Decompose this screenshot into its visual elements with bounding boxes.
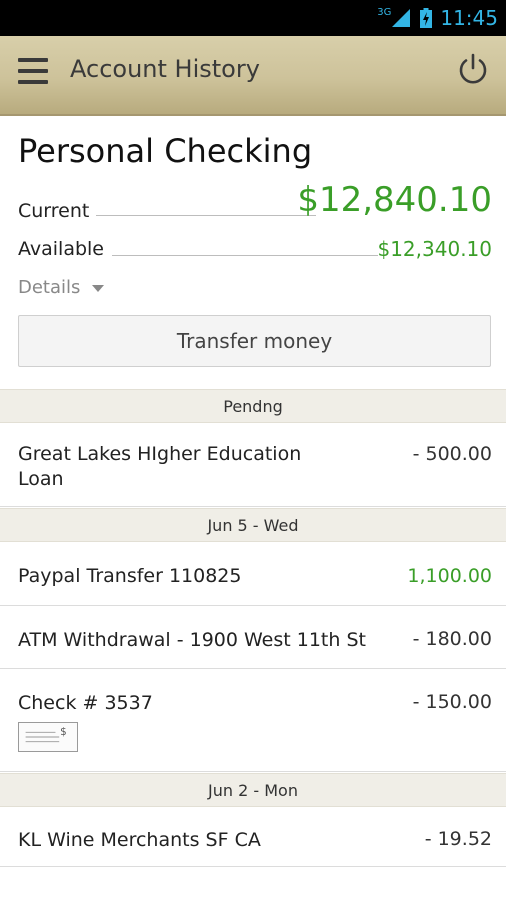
transaction-row[interactable]: ATM Withdrawal - 1900 West 11th St - 180…	[0, 606, 506, 669]
status-clock: 11:45	[440, 6, 498, 30]
current-balance-amount: $12,840.10	[297, 180, 492, 220]
transaction-amount: 1,100.00	[407, 565, 492, 587]
chevron-down-icon	[92, 285, 105, 292]
account-summary: Personal Checking Current $12,840.10 Ava…	[0, 118, 506, 388]
transaction-row[interactable]: Paypal Transfer 110825 1,100.00	[0, 542, 506, 606]
transaction-amount: - 19.52	[424, 828, 492, 850]
network-type-label: 3G	[377, 6, 392, 18]
transfer-money-button[interactable]: Transfer money	[18, 315, 491, 367]
transaction-description: Great Lakes HIgher Education Loan	[18, 443, 302, 490]
battery-charging-icon	[420, 8, 433, 28]
details-toggle[interactable]: Details	[18, 277, 105, 298]
status-bar: 3G 11:45	[0, 0, 506, 36]
app-bar: Account History	[0, 36, 506, 116]
transaction-amount: - 500.00	[412, 443, 492, 465]
transaction-description: ATM Withdrawal - 1900 West 11th St	[18, 629, 366, 651]
section-header-jun-2: Jun 2 - Mon	[0, 773, 506, 807]
power-icon[interactable]	[456, 52, 490, 86]
transaction-row[interactable]: KL Wine Merchants SF CA - 19.52	[0, 807, 506, 867]
transaction-amount: - 180.00	[412, 628, 492, 650]
status-icons: 3G 11:45	[377, 4, 498, 32]
check-dollar-symbol: $	[60, 726, 67, 738]
check-image-icon[interactable]: $	[18, 722, 78, 752]
details-label: Details	[18, 277, 81, 298]
current-balance-leader	[96, 215, 316, 216]
page-title: Account History	[70, 55, 260, 83]
available-balance-amount: $12,340.10	[377, 237, 492, 261]
account-name: Personal Checking	[18, 132, 313, 170]
available-balance-label: Available	[18, 238, 105, 260]
current-balance-label: Current	[18, 200, 90, 222]
section-header-jun-5: Jun 5 - Wed	[0, 508, 506, 542]
available-balance-leader	[112, 255, 378, 256]
section-header-pending: Pendng	[0, 389, 506, 423]
signal-icon	[392, 9, 411, 27]
transaction-amount: - 150.00	[412, 691, 492, 713]
hamburger-menu-icon[interactable]	[18, 58, 48, 84]
transaction-description: Paypal Transfer 110825	[18, 565, 242, 587]
transaction-row[interactable]: Check # 3537 - 150.00 $	[0, 669, 506, 772]
transaction-description: Check # 3537	[18, 692, 153, 714]
transaction-row[interactable]: Great Lakes HIgher Education Loan - 500.…	[0, 423, 506, 507]
transaction-description: KL Wine Merchants SF CA	[18, 829, 261, 851]
